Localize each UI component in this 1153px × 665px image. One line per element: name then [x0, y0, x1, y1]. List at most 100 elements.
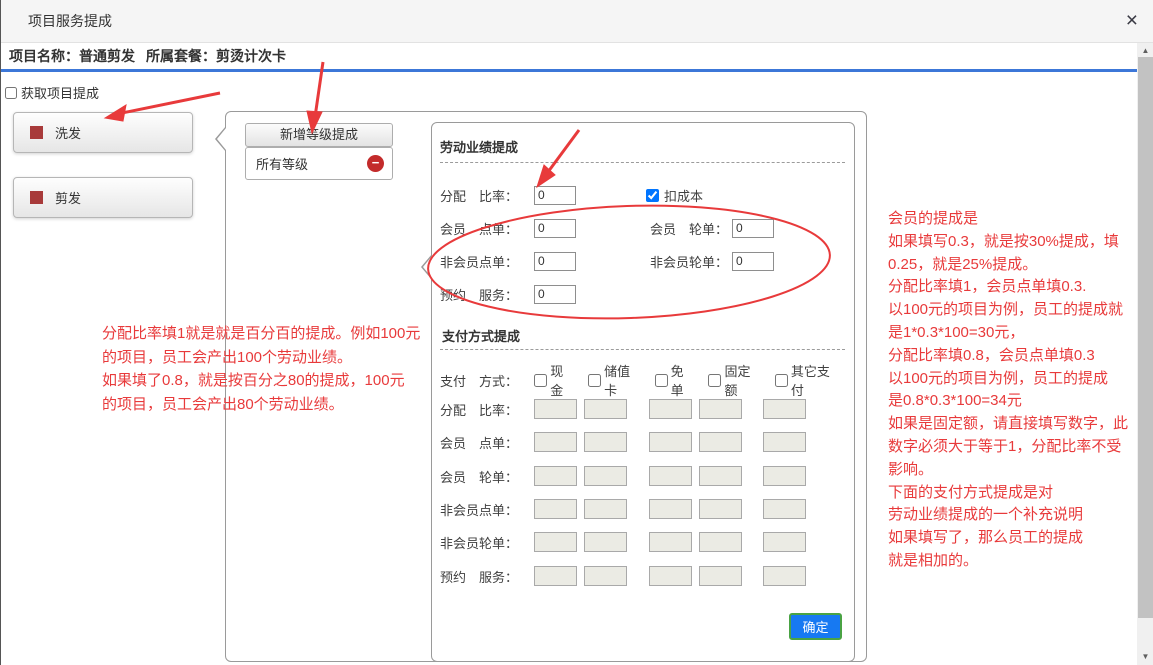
- method-fixed-checkbox-input[interactable]: [708, 374, 721, 387]
- grid-row-label: 预约 服务：: [440, 567, 534, 586]
- payment-grid-input[interactable]: [699, 566, 742, 586]
- nonmember-order-label: 非会员点单：: [440, 252, 534, 271]
- payment-method-row: 支付 方式： 现金 储值卡 免单 固定额 其它支付: [440, 370, 854, 390]
- remove-level-icon[interactable]: −: [367, 155, 384, 172]
- annotation-note-right: 会员的提成是 如果填写0.3，就是按30%提成，填 0.25，就是25%提成。 …: [888, 208, 1138, 573]
- payment-method-label: 支付 方式：: [440, 371, 534, 390]
- payment-grid-input[interactable]: [763, 432, 806, 452]
- method-other-checkbox[interactable]: 其它支付: [775, 361, 841, 399]
- dialog-titlebar: 项目服务提成 ×: [1, 0, 1153, 43]
- vertical-scrollbar[interactable]: ▲ ▼: [1137, 43, 1153, 665]
- payment-grid-input[interactable]: [649, 466, 692, 486]
- dashed-divider: [440, 349, 845, 350]
- payment-grid-input[interactable]: [534, 399, 577, 419]
- method-cash-checkbox[interactable]: 现金: [534, 361, 575, 399]
- service-button-cut[interactable]: 剪发: [13, 177, 193, 218]
- deduct-cost-checkbox[interactable]: 扣成本: [646, 186, 703, 205]
- close-icon[interactable]: ×: [1126, 9, 1138, 33]
- ratio-input[interactable]: [534, 186, 576, 205]
- grid-row-booking-service: 预约 服务：: [440, 566, 806, 586]
- grid-row-nonmember-order: 非会员点单：: [440, 499, 806, 519]
- method-free-label: 免单: [671, 361, 696, 399]
- payment-grid-input[interactable]: [534, 499, 577, 519]
- scroll-up-icon[interactable]: ▲: [1137, 44, 1153, 58]
- labor-row-member: 会员 点单： 会员 轮单：: [440, 218, 774, 238]
- labor-row-booking: 预约 服务：: [440, 284, 576, 304]
- package-name-label: 所属套餐：剪烫计次卡: [146, 43, 286, 70]
- labor-section-title: 劳动业绩提成: [440, 137, 518, 156]
- project-service-commission-dialog: 项目服务提成 × 项目名称：普通剪发 所属套餐：剪烫计次卡 获取项目提成 洗发 …: [0, 0, 1153, 665]
- payment-grid-input[interactable]: [584, 532, 627, 552]
- grid-row-nonmember-rotation: 非会员轮单：: [440, 532, 806, 552]
- method-fixed-checkbox[interactable]: 固定额: [708, 361, 761, 399]
- service-label: 洗发: [55, 123, 81, 142]
- nonmember-order-input[interactable]: [534, 252, 576, 271]
- member-rotation-label: 会员 轮单：: [650, 219, 732, 238]
- method-other-label: 其它支付: [791, 361, 841, 399]
- method-cash-checkbox-input[interactable]: [534, 374, 547, 387]
- payment-grid-input[interactable]: [584, 466, 627, 486]
- dialog-subheader: 项目名称：普通剪发 所属套餐：剪烫计次卡: [1, 43, 1137, 70]
- payment-grid-input[interactable]: [763, 466, 806, 486]
- payment-grid-input[interactable]: [584, 432, 627, 452]
- payment-grid-input[interactable]: [649, 432, 692, 452]
- grid-row-label: 非会员点单：: [440, 500, 534, 519]
- annotation-arrow-wash: [122, 93, 220, 113]
- payment-section-title: 支付方式提成: [442, 326, 520, 345]
- scroll-down-icon[interactable]: ▼: [1137, 650, 1153, 664]
- nonmember-rotation-input[interactable]: [732, 252, 774, 271]
- member-rotation-input[interactable]: [732, 219, 774, 238]
- payment-grid-input[interactable]: [763, 532, 806, 552]
- payment-grid-input[interactable]: [649, 499, 692, 519]
- labor-row-ratio: 分配 比率： 扣成本: [440, 185, 703, 205]
- payment-grid-input[interactable]: [649, 399, 692, 419]
- payment-grid-input[interactable]: [699, 532, 742, 552]
- payment-grid-input[interactable]: [584, 399, 627, 419]
- deduct-cost-checkbox-input[interactable]: [646, 189, 659, 202]
- grid-row-label: 非会员轮单：: [440, 533, 534, 552]
- payment-grid-input[interactable]: [649, 532, 692, 552]
- method-fixed-label: 固定额: [724, 361, 761, 399]
- payment-grid-input[interactable]: [763, 499, 806, 519]
- get-project-commission-checkbox-input[interactable]: [5, 87, 17, 99]
- payment-grid-input[interactable]: [649, 566, 692, 586]
- payment-grid-input[interactable]: [534, 532, 577, 552]
- method-storedcard-checkbox[interactable]: 储值卡: [588, 361, 641, 399]
- project-name-label: 项目名称：普通剪发: [9, 43, 135, 70]
- booking-service-input[interactable]: [534, 285, 576, 304]
- method-free-checkbox[interactable]: 免单: [655, 361, 696, 399]
- get-project-commission-checkbox[interactable]: 获取项目提成: [5, 83, 99, 102]
- level-item-label: 所有等级: [256, 154, 367, 173]
- confirm-button[interactable]: 确定: [789, 613, 842, 640]
- service-button-wash[interactable]: 洗发: [13, 112, 193, 153]
- payment-grid-input[interactable]: [584, 566, 627, 586]
- payment-grid-input[interactable]: [699, 466, 742, 486]
- payment-grid-input[interactable]: [534, 566, 577, 586]
- add-level-commission-button[interactable]: 新增等级提成: [245, 123, 393, 147]
- payment-grid-input[interactable]: [534, 466, 577, 486]
- grid-row-member-rotation: 会员 轮单：: [440, 466, 806, 486]
- method-storedcard-checkbox-input[interactable]: [588, 374, 601, 387]
- payment-grid-input[interactable]: [699, 432, 742, 452]
- service-square-icon: [30, 126, 43, 139]
- payment-grid-input[interactable]: [763, 399, 806, 419]
- scrollbar-thumb[interactable]: [1138, 57, 1153, 618]
- dashed-divider: [440, 162, 845, 163]
- payment-grid-input[interactable]: [534, 432, 577, 452]
- level-item-all-levels[interactable]: 所有等级 −: [245, 147, 393, 180]
- ratio-label: 分配 比率：: [440, 186, 534, 205]
- payment-grid-input[interactable]: [763, 566, 806, 586]
- accent-divider: [1, 69, 1138, 72]
- member-order-input[interactable]: [534, 219, 576, 238]
- member-order-label: 会员 点单：: [440, 219, 534, 238]
- grid-row-label: 分配 比率：: [440, 400, 534, 419]
- grid-row-label: 会员 轮单：: [440, 467, 534, 486]
- panel-left-notch: [215, 126, 226, 152]
- method-other-checkbox-input[interactable]: [775, 374, 788, 387]
- payment-grid-input[interactable]: [584, 499, 627, 519]
- payment-grid-input[interactable]: [699, 399, 742, 419]
- deduct-cost-label: 扣成本: [664, 186, 703, 205]
- booking-service-label: 预约 服务：: [440, 285, 534, 304]
- payment-grid-input[interactable]: [699, 499, 742, 519]
- method-free-checkbox-input[interactable]: [655, 374, 668, 387]
